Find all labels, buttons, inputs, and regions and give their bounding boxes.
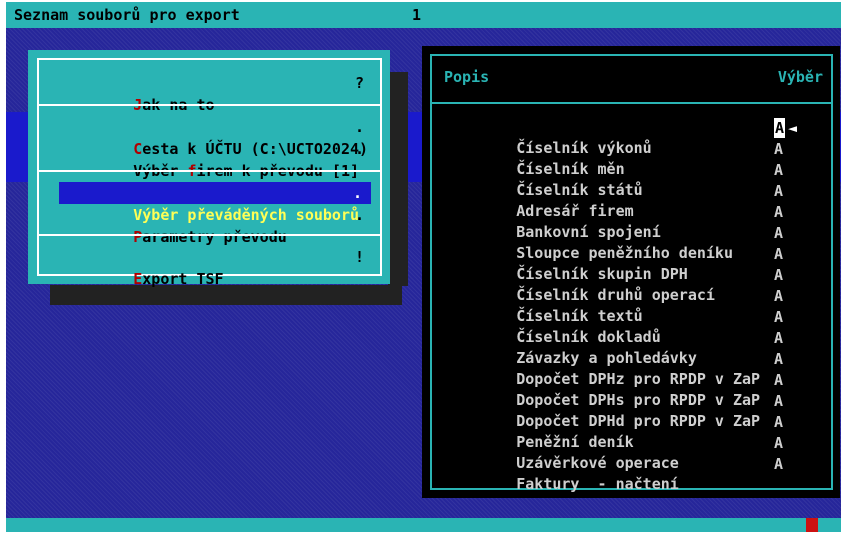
header-divider — [432, 102, 831, 104]
list-item-label: Faktury - načtení — [516, 475, 679, 493]
list-item[interactable]: Dopočet DPHs pro RPDP v ZaP A — [444, 370, 829, 409]
list-item[interactable]: Adresář firem A — [444, 181, 829, 220]
list-item-value[interactable]: A — [774, 328, 783, 348]
list-item-value[interactable]: A — [774, 181, 783, 201]
column-header-selection: Výběr — [777, 68, 823, 86]
list-item[interactable]: Dopočet DPHz pro RPDP v ZaP A — [444, 349, 829, 388]
menu-shadow-right — [388, 72, 408, 286]
column-header-description: Popis — [444, 68, 490, 86]
menu-item-label: xport TSF — [142, 270, 224, 288]
status-indicator — [806, 518, 818, 532]
menu-item-export[interactable]: Export TSF ! — [61, 246, 364, 288]
hotkey-letter: E — [133, 270, 143, 288]
list-item[interactable]: Číselník druhů operací A — [444, 265, 829, 304]
list-item[interactable]: Faktury - načtení A — [444, 454, 829, 493]
list-item-value[interactable]: A — [774, 160, 783, 180]
list-item[interactable]: Číselník států A — [444, 160, 829, 199]
list-item-value[interactable]: A — [774, 454, 783, 474]
list-item[interactable]: Číselník výkonů A ◄ — [444, 118, 829, 157]
menu-divider — [39, 104, 380, 106]
hotkey-letter: P — [133, 228, 143, 246]
menu-divider — [39, 170, 380, 172]
list-item[interactable]: Sloupce peněžního deníku A — [444, 223, 829, 262]
list-item-value[interactable]: A — [774, 202, 783, 222]
list-item-value[interactable]: A — [774, 412, 783, 432]
list-item-value[interactable]: A — [774, 307, 783, 327]
main-menu-frame: Jak na to ? Cesta k ÚČTU (C:\UCTO2024) .… — [37, 58, 382, 288]
status-bar — [6, 518, 841, 532]
list-item-value[interactable]: A — [774, 118, 786, 138]
dos-screen: Seznam souborů pro export 1 Jak na to ? … — [6, 2, 841, 532]
list-item[interactable]: Závazky a pohledávky A — [444, 328, 829, 367]
title-bar: Seznam souborů pro export 1 — [6, 2, 841, 28]
menu-item-mark: . — [355, 140, 365, 158]
menu-item-label: arametry převodu — [142, 228, 287, 246]
menu-item-mark: . — [355, 206, 365, 224]
list-item[interactable]: Dopočet DPHd pro RPDP v ZaP A — [444, 391, 829, 430]
file-list-frame: Popis Výběr Číselník výkonů A ◄ Číselník… — [430, 54, 833, 493]
file-list-panel: Popis Výběr Číselník výkonů A ◄ Číselník… — [422, 46, 840, 498]
menu-item-select-files[interactable]: Výběr převáděných souborů . — [59, 182, 371, 224]
menu-item-mark: ! — [355, 248, 365, 266]
list-item[interactable]: Číselník dokladů A — [444, 307, 829, 346]
cursor-arrow-icon: ◄ — [788, 119, 798, 137]
list-item[interactable]: Číselník měn A — [444, 139, 829, 178]
list-item-value[interactable]: A — [774, 223, 783, 243]
list-item-value[interactable]: A — [774, 433, 783, 453]
list-item-value[interactable]: A — [774, 244, 783, 264]
menu-item-parameters[interactable]: Parametry převodu . — [61, 204, 364, 246]
list-item-value[interactable]: A — [774, 349, 783, 369]
list-item[interactable]: Peněžní deník A — [444, 412, 829, 451]
list-item-value[interactable]: A — [774, 265, 783, 285]
list-item[interactable]: Číselník textů A — [444, 286, 829, 325]
screen-title: Seznam souborů pro export — [14, 6, 240, 24]
firm-number: 1 — [412, 6, 422, 24]
menu-item-mark: . — [355, 118, 365, 136]
menu-item-path[interactable]: Cesta k ÚČTU (C:\UCTO2024) . — [61, 116, 368, 158]
menu-item-mark: ? — [355, 74, 365, 92]
list-item-value[interactable]: A — [774, 139, 783, 159]
list-item-value[interactable]: A — [774, 391, 783, 411]
menu-divider — [39, 234, 380, 236]
menu-item-help[interactable]: Jak na to ? — [61, 72, 364, 114]
menu-item-mark: . — [353, 184, 363, 202]
file-list-header: Popis Výběr — [432, 56, 831, 100]
list-item[interactable]: Číselník skupin DPH A — [444, 244, 829, 283]
menu-item-select-firms[interactable]: Výběr firem k převodu [1] . — [61, 138, 364, 180]
list-item[interactable]: Uzávěrkové operace A — [444, 433, 829, 472]
main-menu: Jak na to ? Cesta k ÚČTU (C:\UCTO2024) .… — [28, 50, 390, 288]
list-item[interactable]: Bankovní spojení A — [444, 202, 829, 241]
list-item-value[interactable]: A — [774, 370, 783, 390]
list-item-value[interactable]: A — [774, 286, 783, 306]
